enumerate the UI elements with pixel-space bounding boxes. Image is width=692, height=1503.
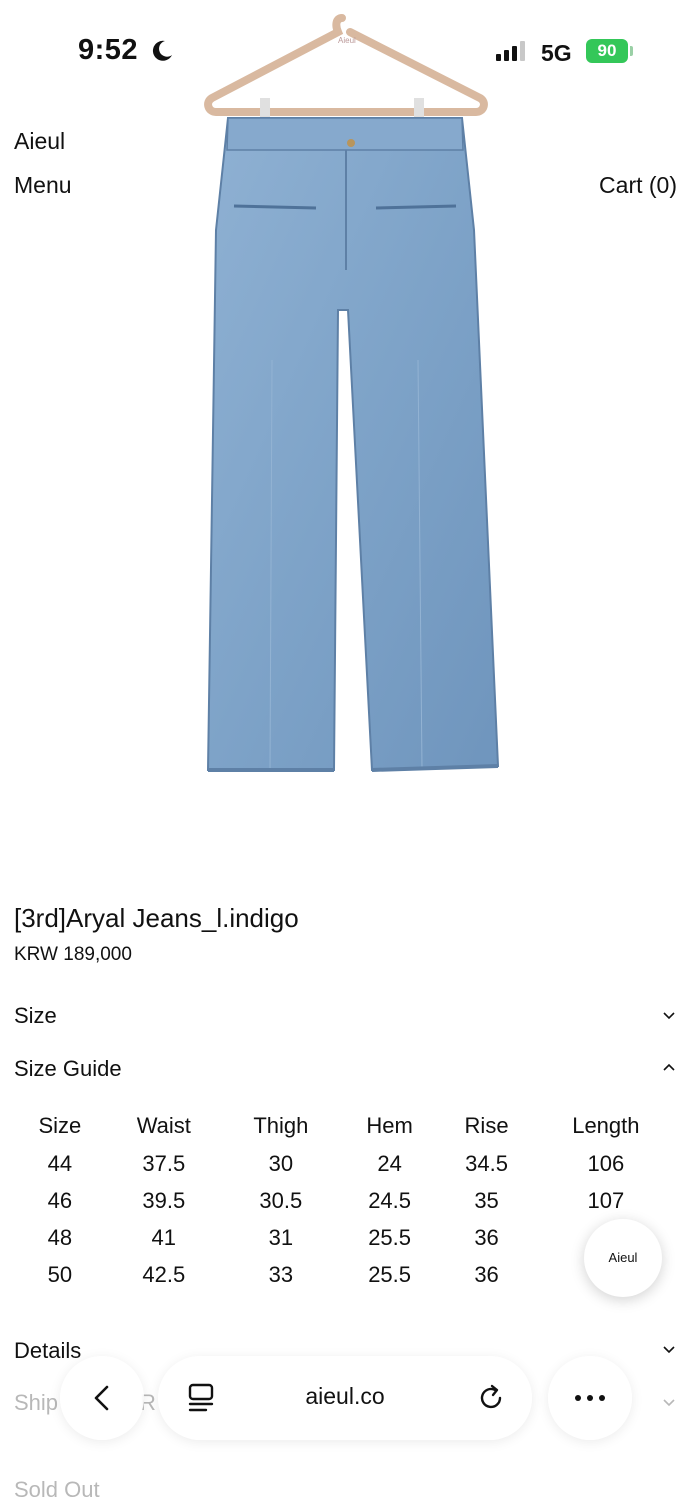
table-row: 46 39.5 30.5 24.5 35 107 (14, 1182, 678, 1219)
table-cell: 36 (474, 1224, 499, 1250)
cart-link[interactable]: Cart (0) (599, 172, 677, 199)
product-title: [3rd]Aryal Jeans_l.indigo (14, 903, 299, 933)
moon-icon (152, 40, 172, 61)
table-header-row: Size Waist Thigh Hem Rise Length (14, 1107, 678, 1145)
table-cell: 48 (47, 1224, 73, 1250)
battery-cap (630, 46, 633, 56)
table-cell: 107 (587, 1187, 625, 1213)
table-cell: 46 (47, 1187, 73, 1213)
menu-button[interactable]: Menu (14, 172, 72, 199)
table-cell: 106 (587, 1150, 625, 1176)
network-type: 5G (541, 40, 572, 66)
reload-icon[interactable] (476, 1383, 506, 1413)
table-cell: 25.5 (368, 1261, 412, 1287)
chevron-down-icon[interactable] (662, 1395, 676, 1409)
table-cell: 39.5 (142, 1187, 186, 1213)
table-row: 48 41 31 25.5 36 (14, 1219, 678, 1256)
table-cell: 31 (268, 1224, 294, 1250)
browser-back-button[interactable] (60, 1356, 144, 1440)
product-price: KRW 189,000 (14, 944, 132, 965)
sold-out-label: Sold Out (14, 1477, 100, 1502)
table-row: 50 42.5 33 25.5 36 (14, 1256, 678, 1293)
brand-logo-link[interactable]: Aieul (14, 128, 65, 155)
table-cell: 41 (151, 1224, 177, 1250)
table-cell: 30 (268, 1150, 294, 1176)
table-cell: 37.5 (142, 1150, 186, 1176)
table-row: 44 37.5 30 24 34.5 106 (14, 1145, 678, 1182)
table-cell: 33 (268, 1261, 294, 1287)
battery-icon: 90 (586, 39, 628, 63)
table-cell: 42.5 (142, 1261, 186, 1287)
col-waist: Waist (136, 1113, 191, 1138)
chevron-down-icon[interactable] (662, 1008, 676, 1022)
more-options-button[interactable] (548, 1356, 632, 1440)
chevron-down-icon[interactable] (662, 1342, 676, 1356)
table-cell: 24 (377, 1150, 402, 1176)
address-bar[interactable]: aieul.co (158, 1356, 532, 1440)
table-cell: 24.5 (368, 1187, 412, 1213)
shipping-accordion[interactable]: Ship (14, 1390, 58, 1416)
table-cell: 25.5 (368, 1224, 412, 1250)
size-guide-accordion[interactable]: Size Guide (14, 1056, 122, 1082)
size-accordion[interactable]: Size (14, 1003, 57, 1029)
col-rise: Rise (464, 1113, 509, 1138)
table-cell: 36 (474, 1261, 499, 1287)
col-length: Length (572, 1113, 640, 1138)
table-cell: 44 (47, 1150, 73, 1176)
col-thigh: Thigh (253, 1113, 309, 1138)
table-cell: 30.5 (259, 1187, 303, 1213)
table-cell: 34.5 (465, 1150, 508, 1176)
col-hem: Hem (366, 1113, 413, 1138)
chat-button[interactable]: Aieul (584, 1219, 662, 1297)
signal-icon (496, 41, 532, 61)
product-image: Aieul (204, 14, 500, 772)
hanger-brand: Aieul (338, 36, 356, 45)
table-cell: 50 (47, 1261, 73, 1287)
chevron-up-icon[interactable] (662, 1060, 676, 1074)
col-size: Size (38, 1113, 82, 1138)
status-time: 9:52 (78, 34, 139, 66)
ellipsis-icon (575, 1395, 605, 1401)
size-guide-table: Size Waist Thigh Hem Rise Length 44 37.5… (14, 1107, 678, 1293)
details-accordion[interactable]: Details (14, 1338, 81, 1364)
chevron-left-icon (94, 1385, 109, 1411)
table-cell: 35 (474, 1187, 499, 1213)
